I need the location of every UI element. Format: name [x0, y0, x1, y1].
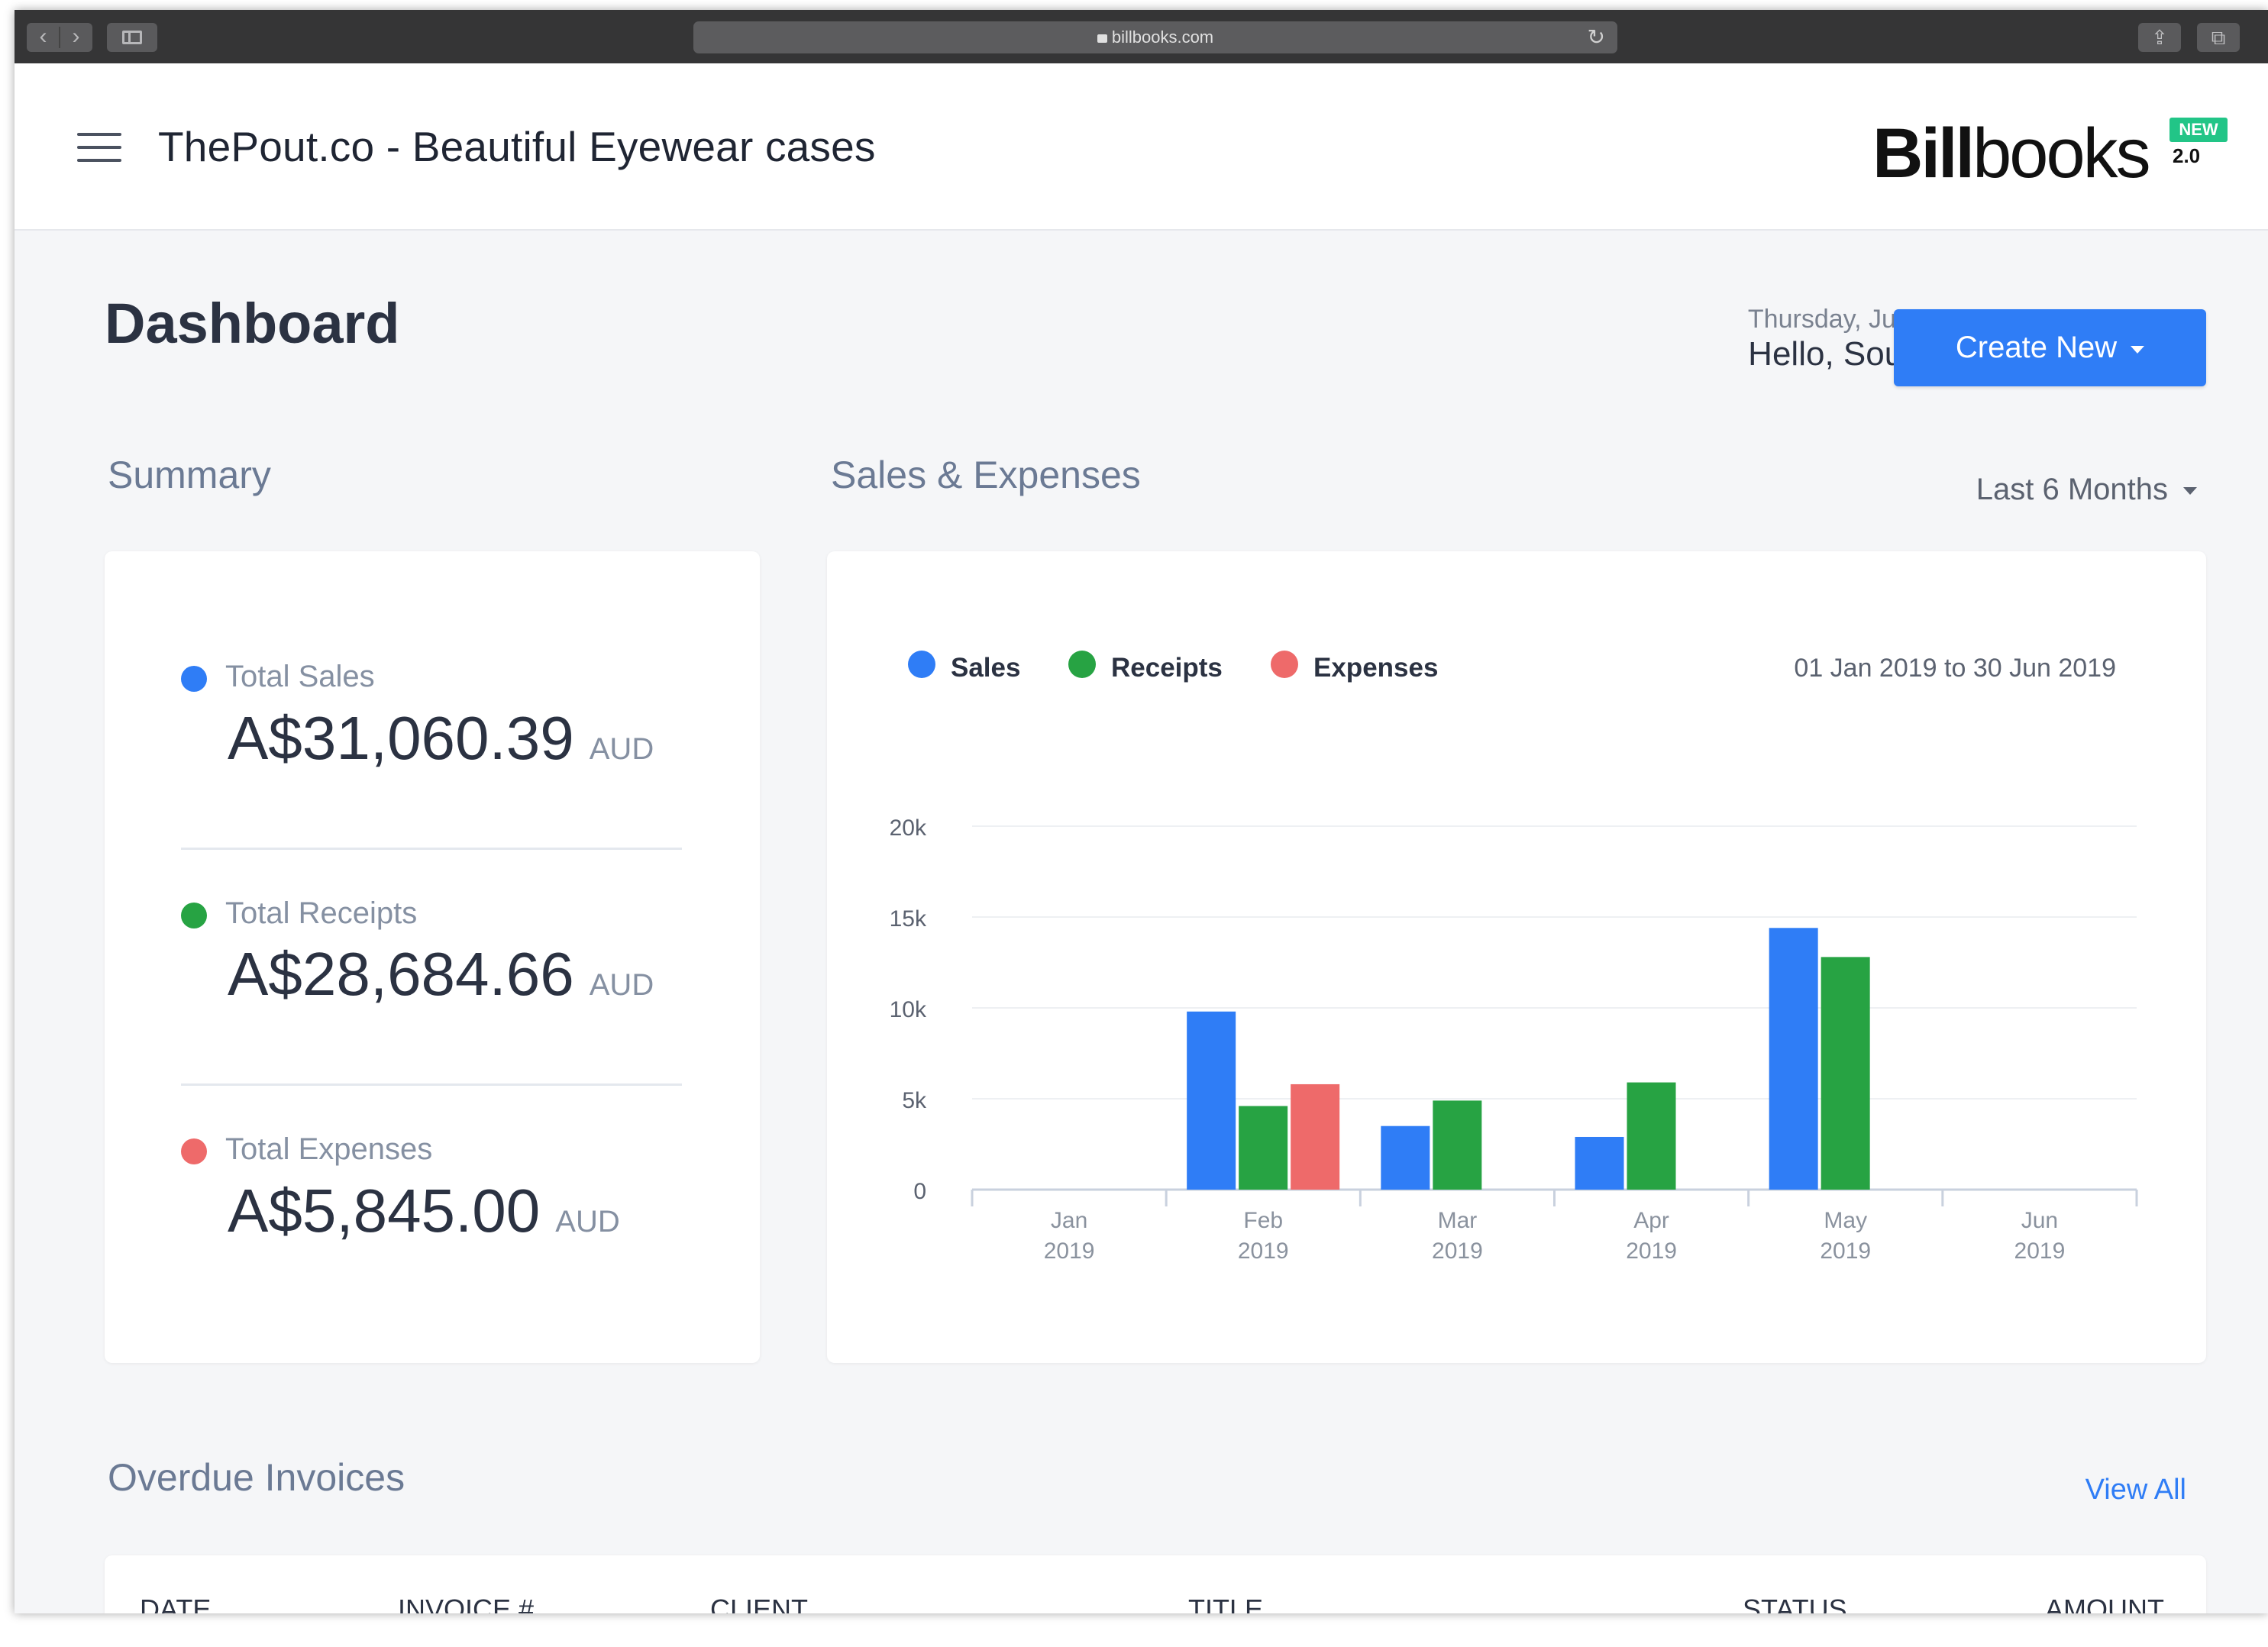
summary-label: Total Sales: [225, 660, 375, 693]
column-header-invoice[interactable]: INVOICE #: [398, 1594, 534, 1613]
bar-sales: [1381, 1125, 1430, 1190]
address-bar[interactable]: billbooks.com ↻: [693, 21, 1617, 53]
column-header-client[interactable]: CLIENT: [710, 1594, 808, 1613]
y-tick-label: 5k: [902, 1088, 927, 1113]
summary-label: Total Receipts: [225, 896, 418, 930]
bar-receipts: [1627, 1082, 1676, 1190]
summary-card: Total Sales A$31,060.39 AUD Total Receipt…: [105, 551, 760, 1363]
summary-value: A$31,060.39 AUD: [228, 704, 654, 772]
sales-expenses-card: Sales Receipts Expenses 01 Jan 2019 to 3…: [827, 551, 2206, 1363]
overdue-invoices-table: DATE INVOICE # CLIENT TITLE STATUS AMOUN…: [105, 1555, 2206, 1613]
bar-sales: [1769, 928, 1818, 1190]
browser-window: ‹ › billbooks.com ↻ ⇪ ⧉ ThePout.co - Bea…: [15, 10, 2268, 1613]
billbooks-logo[interactable]: Billbooks: [1872, 115, 2151, 192]
view-all-link[interactable]: View All: [2085, 1474, 2186, 1507]
y-tick-label: 15k: [890, 906, 927, 932]
company-name: ThePout.co - Beautiful Eyewear cases: [158, 123, 876, 170]
x-tick-label: 2019: [1044, 1238, 1095, 1264]
page-title: Dashboard: [105, 292, 400, 355]
bar-sales: [1575, 1136, 1624, 1190]
x-tick-label: May: [1824, 1208, 1867, 1233]
summary-title: Summary: [108, 454, 271, 496]
new-badge: NEW: [2169, 118, 2228, 142]
sidebar-icon: [122, 31, 142, 44]
summary-divider: [181, 1083, 682, 1086]
url-text: billbooks.com: [1111, 27, 1214, 47]
y-tick-label: 0: [913, 1179, 926, 1204]
bar-expenses: [1291, 1083, 1340, 1190]
forward-icon[interactable]: ›: [60, 23, 92, 52]
back-icon[interactable]: ‹: [27, 23, 60, 52]
share-icon: ⇪: [2151, 26, 2168, 49]
summary-value: A$5,845.00 AUD: [228, 1177, 620, 1245]
sidebar-toggle-button[interactable]: [107, 23, 157, 52]
x-tick-label: Apr: [1633, 1208, 1669, 1233]
caret-down-icon: [2183, 487, 2197, 495]
sales-dot: [181, 666, 207, 692]
column-header-status[interactable]: STATUS: [1743, 1594, 1847, 1613]
overdue-invoices-title: Overdue Invoices: [108, 1456, 405, 1499]
lock-icon: [1097, 34, 1107, 43]
x-tick-label: Feb: [1243, 1208, 1283, 1233]
share-button[interactable]: ⇪: [2138, 23, 2181, 52]
receipts-dot: [181, 903, 207, 928]
x-tick-label: 2019: [1432, 1238, 1483, 1264]
x-tick-label: Jan: [1051, 1208, 1087, 1233]
nav-buttons: ‹ ›: [27, 23, 92, 52]
bar-receipts: [1433, 1100, 1482, 1190]
column-header-title[interactable]: TITLE: [1188, 1594, 1263, 1613]
sales-expenses-title: Sales & Expenses: [831, 454, 1141, 496]
menu-icon[interactable]: [77, 131, 121, 164]
y-tick-label: 20k: [890, 815, 927, 841]
x-tick-label: Jun: [2021, 1208, 2058, 1233]
bar-receipts: [1821, 957, 1870, 1190]
y-tick-label: 10k: [890, 997, 927, 1022]
app-header: ThePout.co - Beautiful Eyewear cases Bil…: [15, 63, 2268, 231]
expenses-dot: [181, 1138, 207, 1164]
sales-expenses-chart: 0 5k 10k 15k 20k Jan 2019 Feb 2019 Mar 2019 Apr 2019…: [890, 815, 2138, 1264]
bar-sales: [1187, 1011, 1236, 1190]
summary-value: A$28,684.66 AUD: [228, 940, 654, 1008]
create-new-button[interactable]: Create New: [1894, 309, 2206, 386]
reload-icon[interactable]: ↻: [1588, 21, 1605, 53]
x-tick-label: 2019: [1820, 1238, 1871, 1264]
x-tick-label: Mar: [1438, 1208, 1478, 1233]
caret-down-icon: [2131, 346, 2145, 354]
column-header-date[interactable]: DATE: [140, 1594, 211, 1613]
bar-receipts: [1239, 1106, 1288, 1190]
x-tick-label: 2019: [1626, 1238, 1677, 1264]
tabs-button[interactable]: ⧉: [2197, 23, 2240, 52]
tabs-icon: ⧉: [2211, 26, 2226, 49]
version-label: 2.0: [2173, 144, 2201, 167]
x-tick-label: 2019: [2014, 1238, 2066, 1264]
summary-label: Total Expenses: [225, 1132, 433, 1166]
browser-titlebar: ‹ › billbooks.com ↻ ⇪ ⧉: [15, 10, 2268, 63]
column-header-amount[interactable]: AMOUNT: [2045, 1594, 2164, 1613]
x-tick-label: 2019: [1238, 1238, 1289, 1264]
period-dropdown[interactable]: Last 6 Months: [1976, 473, 2197, 507]
summary-divider: [181, 848, 682, 850]
